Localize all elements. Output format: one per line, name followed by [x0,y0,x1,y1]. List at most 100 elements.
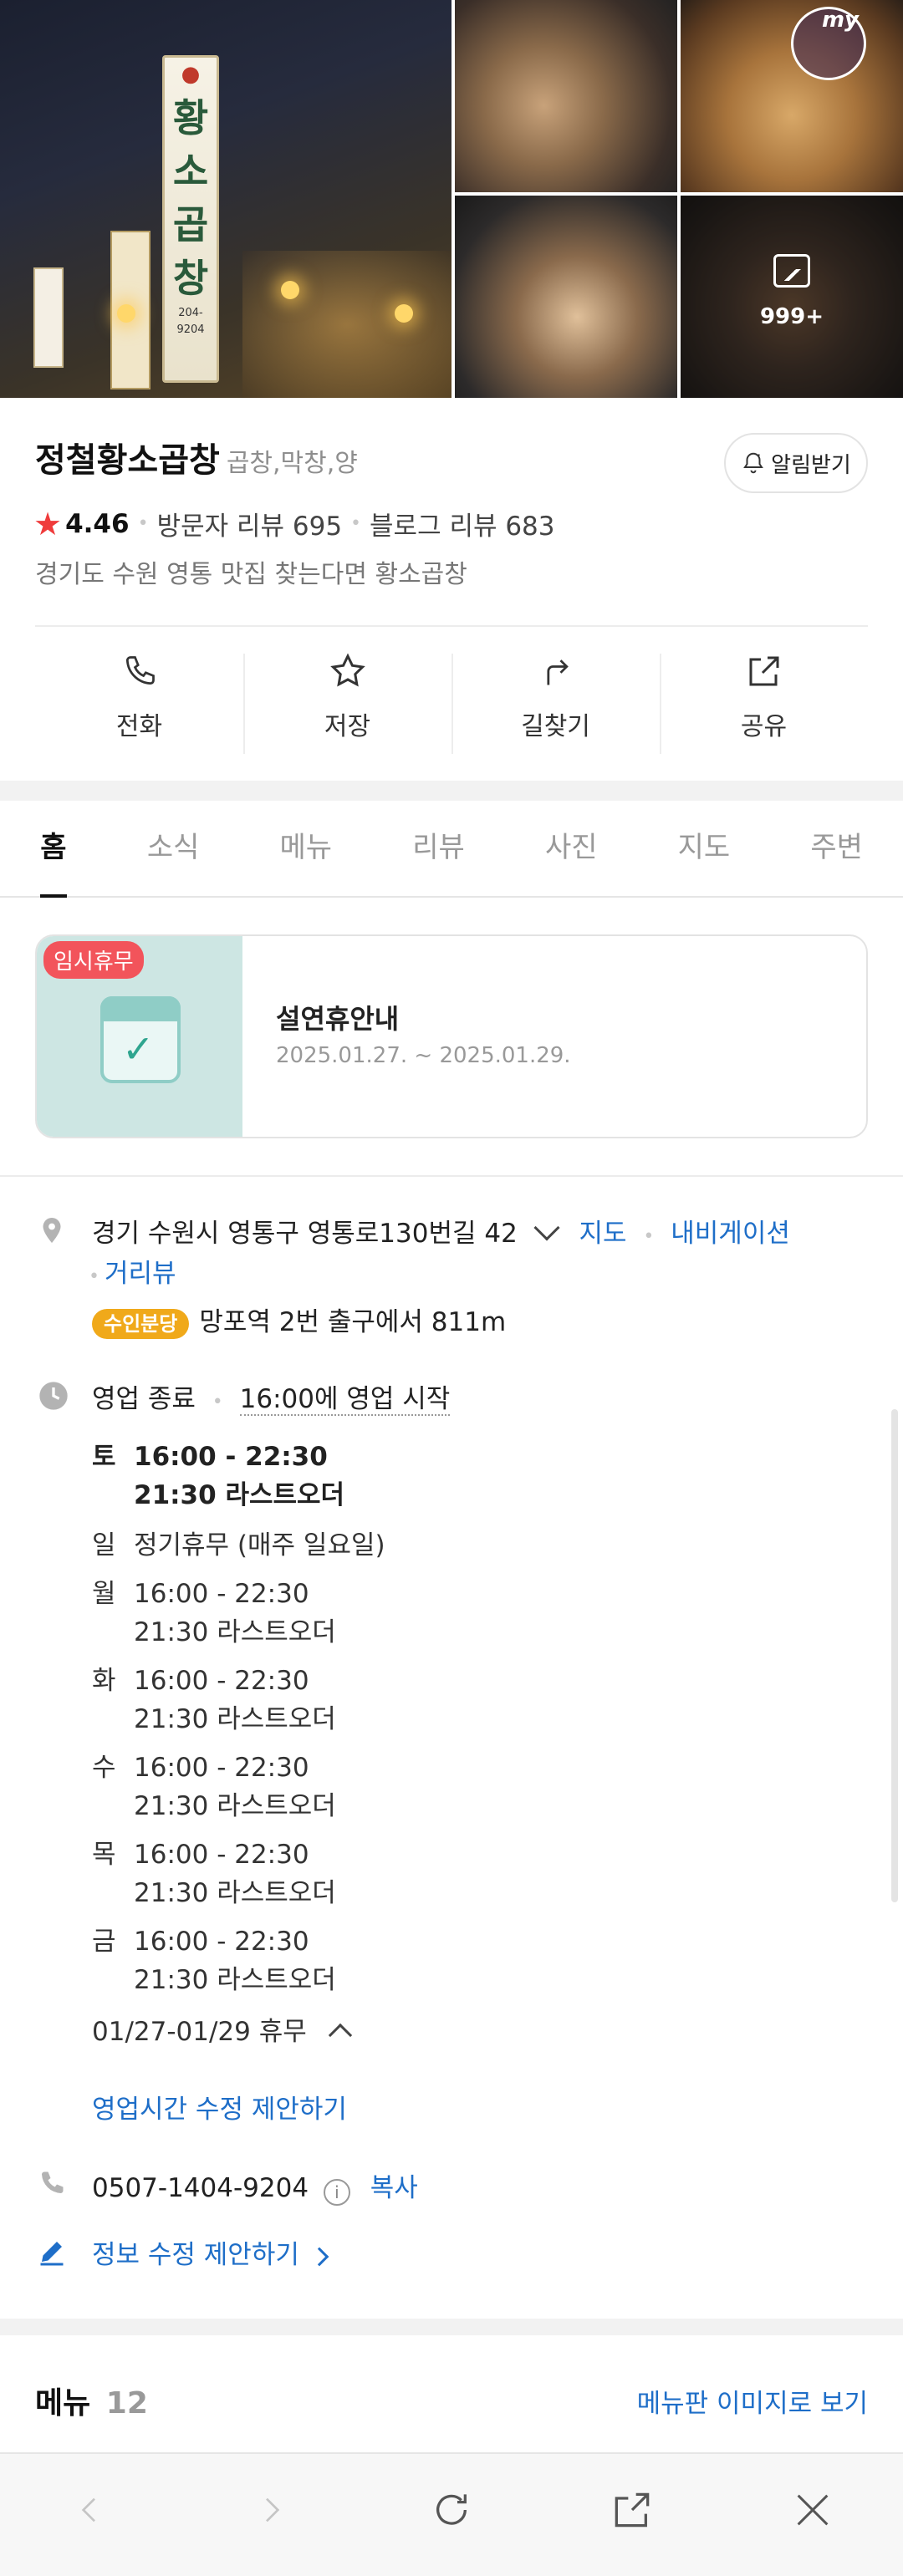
hours-row-thu: 목 16:00 - 22:30 21:30 라스트오더 [92,1835,336,1912]
photo-dim-overlay [681,196,903,398]
visitor-reviews-link[interactable]: 방문자 리뷰 695 [157,505,342,542]
place-category: 곱창,막창,양 [226,449,358,478]
chevron-down-icon[interactable] [533,1214,560,1241]
chevron-right-icon [266,2497,280,2523]
location-pin-icon [43,1218,61,1243]
separator-dot: • [350,513,362,534]
tab-menu[interactable]: 메뉴 [239,801,372,896]
storefront-photo[interactable]: ● 황 소 곱 창 204-9204 [0,0,452,398]
separator-dot: • [137,513,149,534]
forward-button[interactable] [181,2490,361,2540]
last-order: 21:30 라스트오더 [134,1791,336,1821]
tab-nearby[interactable]: 주변 [770,801,903,896]
tab-photos[interactable]: 사진 [505,801,638,896]
pencil-icon [40,2242,64,2266]
save-button[interactable]: 저장 [243,629,452,762]
separator-dot: • [212,1392,223,1413]
sign-phone: 204-9204 [176,307,205,336]
chevron-up-icon[interactable] [328,2023,352,2048]
hours-row-sat: 토 16:00 - 22:30 21:30 라스트오더 [92,1438,344,1515]
lamp [281,281,299,299]
bell-icon [743,452,764,474]
navigation-link[interactable]: 내비게이션 [671,1219,790,1249]
action-label: 전화 [115,712,163,741]
phone-row: 0507-1404-9204 i 복사 [92,2166,418,2206]
menu-title: 메뉴 [35,2386,91,2421]
day-label: 금 [92,1927,116,1957]
hours-time: 정기휴무 (매주 일요일) [134,1530,385,1560]
blog-reviews-link[interactable]: 블로그 리뷰 683 [370,505,554,542]
tab-home[interactable]: 홈 [0,801,107,898]
day-label: 월 [92,1579,116,1609]
call-button[interactable]: 전화 [35,629,243,762]
day-label: 화 [92,1666,116,1696]
back-button[interactable] [0,2490,181,2540]
hours-row-fri: 금 16:00 - 22:30 21:30 라스트오더 [92,1922,336,1999]
check-icon: ✓ [122,1026,155,1072]
notice-image: ✓ 임시휴무 [37,936,242,1137]
menu-count: 12 [105,2386,148,2421]
clock-icon [39,1382,68,1410]
food-photo-2[interactable]: my [681,0,903,192]
suggest-hours-link[interactable]: 영업시간 수정 제안하기 [92,2088,347,2125]
subway-line-badge: 수인분당 [92,1309,190,1339]
section-gap [0,2319,903,2335]
last-order: 21:30 라스트오더 [134,1878,336,1908]
holiday-notice-card[interactable]: ✓ 임시휴무 설연휴안내 2025.01.27. ~ 2025.01.29. [35,934,868,1138]
reload-button[interactable] [361,2487,542,2543]
close-icon [797,2494,829,2526]
sign-char: 황 [172,95,209,140]
place-description: 경기도 수원 영통 맛집 찾는다면 황소곱창 [35,560,467,589]
info-icon[interactable]: i [323,2179,350,2206]
action-label: 길찾기 [521,712,590,741]
star-icon [329,653,365,687]
street-view-link[interactable]: 거리뷰 [105,1259,176,1289]
phone-small-icon [42,2171,64,2193]
share-button[interactable]: 공유 [660,629,868,762]
food-photo-more[interactable]: 999+ [681,196,903,398]
photo-more-count: 999+ [759,304,824,329]
last-order: 21:30 라스트오더 [134,1617,336,1647]
action-label: 저장 [324,712,371,741]
sign-char: 소 [172,149,209,194]
food-photo-1[interactable] [455,0,677,192]
tab-map[interactable]: 지도 [638,801,771,896]
lamp [395,304,413,323]
food-photo-3[interactable] [455,196,677,398]
my-badge[interactable]: my [791,7,866,80]
chevron-left-icon [81,2497,95,2523]
sign-char: 창 [172,256,209,301]
distance-view-row: • 거리뷰 [89,1252,176,1290]
directions-button[interactable]: 길찾기 [452,629,660,762]
notice-dates: 2025.01.27. ~ 2025.01.29. [276,1043,571,1068]
hours-time: 16:00 - 22:30 [134,1840,309,1870]
holiday-row[interactable]: 01/27-01/29 휴무 [92,2013,352,2051]
separator-dot: • [89,1266,99,1287]
close-button[interactable] [722,2488,903,2542]
share-page-button[interactable] [542,2487,722,2543]
day-label: 토 [92,1442,116,1472]
phone-icon [125,656,155,685]
storefront-glow [242,251,452,398]
map-link[interactable]: 지도 [579,1219,627,1249]
menu-image-link[interactable]: 메뉴판 이미지로 보기 [637,2382,868,2420]
calendar-icon: ✓ [100,996,181,1083]
phone-number: 0507-1404-9204 [92,2173,309,2203]
chevron-right-icon [309,2247,329,2267]
hours-row-tue: 화 16:00 - 22:30 21:30 라스트오더 [92,1662,336,1739]
address-text: 경기 수원시 영통구 영통로130번길 42 [92,1219,518,1249]
gallery-icon [773,254,810,288]
tab-reviews[interactable]: 리뷰 [372,801,505,896]
scrollbar[interactable] [891,1409,898,1902]
store-sign: ● 황 소 곱 창 204-9204 [162,55,219,383]
copy-button[interactable]: 복사 [370,2173,418,2203]
last-order: 21:30 라스트오더 [134,1704,336,1734]
hours-row-mon: 월 16:00 - 22:30 21:30 라스트오더 [92,1575,336,1652]
suggest-edit-link[interactable]: 정보 수정 제안하기 [92,2233,329,2271]
business-status-row[interactable]: 영업 종료 • 16:00에 영업 시작 [92,1377,451,1416]
alarm-button[interactable]: 알림받기 [724,433,868,493]
station-row: 수인분당 망포역 2번 출구에서 811m [92,1301,506,1339]
tab-news[interactable]: 소식 [107,801,240,896]
hours-time: 16:00 - 22:30 [134,1666,309,1696]
day-label: 목 [92,1840,116,1870]
